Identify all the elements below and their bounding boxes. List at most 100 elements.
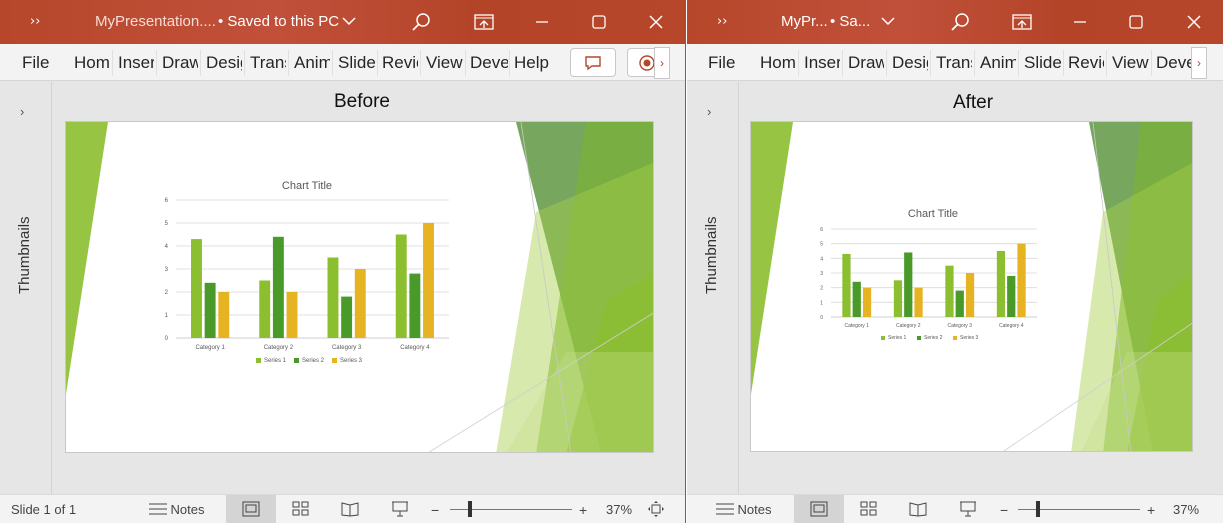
zoom-in-button[interactable]: + [1147,502,1155,518]
bar [945,265,954,317]
tab-file[interactable]: File [22,53,52,73]
notes-button[interactable]: Notes [711,495,775,523]
y-tick-label: 0 [820,315,823,321]
reading-view-button[interactable] [898,495,938,523]
close-icon[interactable] [633,0,679,44]
thumbnails-pane[interactable]: › Thumbnails [0,82,52,494]
document-filename[interactable]: MyPresentation.... [95,13,216,30]
maximize-icon[interactable] [576,0,622,44]
normal-view-button[interactable] [794,495,844,523]
y-tick-label: 4 [820,256,823,262]
tab-home[interactable]: Hom [760,53,796,73]
slideshow-icon [392,501,408,517]
tab-transitions[interactable]: Trans [250,53,286,73]
column-chart[interactable]: 0 1 2 3 4 5 6 Category 1 Category 2 Category 3 Cat… [66,122,654,453]
tab-animations[interactable]: Anim [980,53,1016,73]
bar [965,273,975,317]
title-bar: ›› MyPr... • Sa... [687,0,1223,44]
tab-animations[interactable]: Anim [294,53,330,73]
fit-slide-icon [648,501,664,517]
comments-icon [585,55,601,70]
column-chart[interactable]: 0 1 2 3 4 5 6 Category 1 Category 2 Category 3 Cat… [751,122,1193,452]
slideshow-icon [960,501,976,517]
legend-label: Series 2 [302,358,325,364]
slide-counter: Slide 1 of 1 [11,502,77,517]
legend-label: Series 3 [340,358,363,364]
zoom-out-button[interactable]: − [1000,502,1008,518]
slideshow-button[interactable] [948,495,988,523]
ribbon-tabs: File Hom Inser Draw Desig Trans Anim Sli… [687,44,1223,81]
tab-design[interactable]: Desig [892,53,928,73]
x-tick-label: Category 1 [195,345,225,351]
search-icon[interactable] [937,0,983,44]
tab-insert[interactable]: Inser [804,53,840,73]
comments-button[interactable] [570,48,616,77]
quick-access-chevrons-icon[interactable]: ›› [30,0,40,44]
thumbnails-pane[interactable]: › Thumbnails [687,82,739,494]
tab-draw[interactable]: Draw [162,53,198,73]
save-status[interactable]: • Saved to this PC [218,13,339,30]
reading-view-button[interactable] [330,495,370,523]
zoom-level[interactable]: 37% [1173,502,1199,517]
zoom-out-button[interactable]: − [431,502,439,518]
powerpoint-window-before: ›› MyPresentation.... • Saved to this PC… [0,0,686,523]
bar [272,236,284,338]
bar [955,290,964,317]
search-icon[interactable] [398,0,444,44]
tab-view[interactable]: View [1112,53,1150,73]
ribbon-display-options-icon[interactable] [999,0,1045,44]
fit-slide-button[interactable] [644,495,668,523]
chart-title: Chart Title [907,208,959,220]
tab-slideshow[interactable]: Slide [1024,53,1062,73]
minimize-icon[interactable] [1057,0,1103,44]
chevron-down-icon[interactable] [342,0,356,44]
legend-label: Series 1 [264,358,287,364]
tab-view[interactable]: View [426,53,464,73]
y-tick-label: 6 [820,227,823,233]
tab-review[interactable]: Revie [1068,53,1104,73]
ribbon-more-chevron-icon[interactable]: › [654,47,670,79]
ribbon-tabs: File Hom Inser Draw Desig Trans Anim Sli… [0,44,685,81]
slide-sorter-button[interactable] [281,495,321,523]
legend-swatch [953,336,957,340]
save-status[interactable]: • Sa... [830,13,870,30]
expand-thumbnails-icon[interactable]: › [707,104,711,119]
document-filename[interactable]: MyPr... [781,13,828,30]
bar [914,287,923,317]
tab-review[interactable]: Revie [382,53,418,73]
legend-label: Series 1 [888,335,907,341]
bar [904,252,913,317]
minimize-icon[interactable] [519,0,565,44]
tab-slideshow[interactable]: Slide [338,53,376,73]
zoom-level[interactable]: 37% [606,502,632,517]
zoom-slider-thumb[interactable] [468,501,472,517]
tab-design[interactable]: Desig [206,53,242,73]
slideshow-button[interactable] [380,495,420,523]
maximize-icon[interactable] [1113,0,1159,44]
quick-access-chevrons-icon[interactable]: ›› [717,0,727,44]
tab-developer[interactable]: Deve [1156,53,1194,73]
tab-file[interactable]: File [708,53,738,73]
tab-insert[interactable]: Inser [118,53,154,73]
tab-developer[interactable]: Deve [470,53,508,73]
reading-view-icon [909,502,927,517]
normal-view-button[interactable] [226,495,276,523]
ribbon-display-options-icon[interactable] [461,0,507,44]
notes-button[interactable]: Notes [144,495,208,523]
expand-thumbnails-icon[interactable]: › [20,104,24,119]
slide-canvas[interactable]: 0 1 2 3 4 5 6 Category 1 Category 2 Category 3 Cat… [750,121,1193,452]
slide-sorter-button[interactable] [849,495,889,523]
y-tick-label: 1 [820,300,823,306]
zoom-slider-thumb[interactable] [1036,501,1040,517]
zoom-in-button[interactable]: + [579,502,587,518]
chevron-down-icon[interactable] [881,0,895,44]
ribbon-more-chevron-icon[interactable]: › [1191,47,1207,79]
slide-heading: After [952,92,994,113]
tab-home[interactable]: Hom [74,53,110,73]
slide-canvas[interactable]: 0 1 2 3 4 5 6 Category 1 Category 2 Category 3 Cat… [65,121,654,453]
tab-help[interactable]: Help [514,53,554,73]
close-icon[interactable] [1171,0,1217,44]
tab-draw[interactable]: Draw [848,53,884,73]
y-tick-label: 0 [165,336,169,342]
tab-transitions[interactable]: Trans [936,53,972,73]
